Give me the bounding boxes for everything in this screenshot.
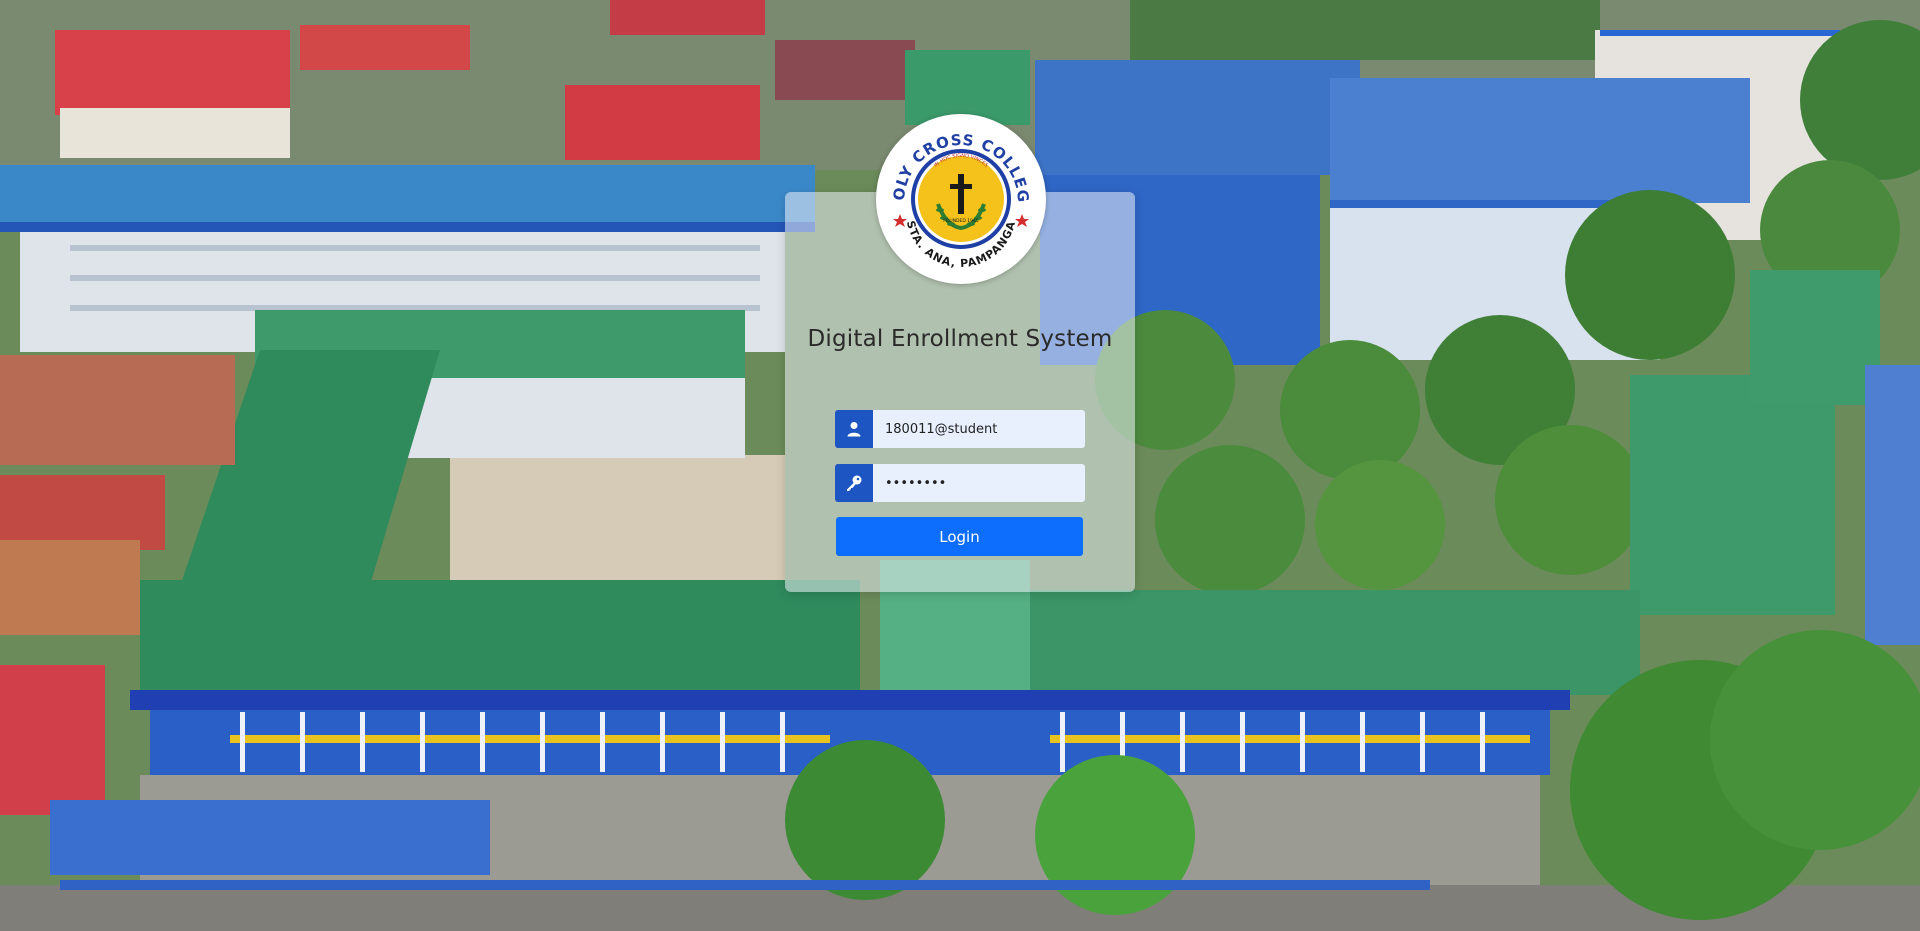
password-field (835, 464, 1085, 502)
logo-founded-text: FOUNDED 1945 (943, 218, 979, 224)
user-icon (835, 410, 873, 448)
login-button[interactable]: Login (836, 517, 1083, 556)
password-input[interactable] (873, 464, 1085, 502)
key-icon (835, 464, 873, 502)
username-field (835, 410, 1085, 448)
system-title: Digital Enrollment System (807, 326, 1113, 352)
college-logo: HOLY CROSS COLLEGE STA. ANA, PAMPANGA IN… (876, 114, 1046, 284)
username-input[interactable] (873, 410, 1085, 448)
login-card: HOLY CROSS COLLEGE STA. ANA, PAMPANGA IN… (785, 114, 1135, 592)
